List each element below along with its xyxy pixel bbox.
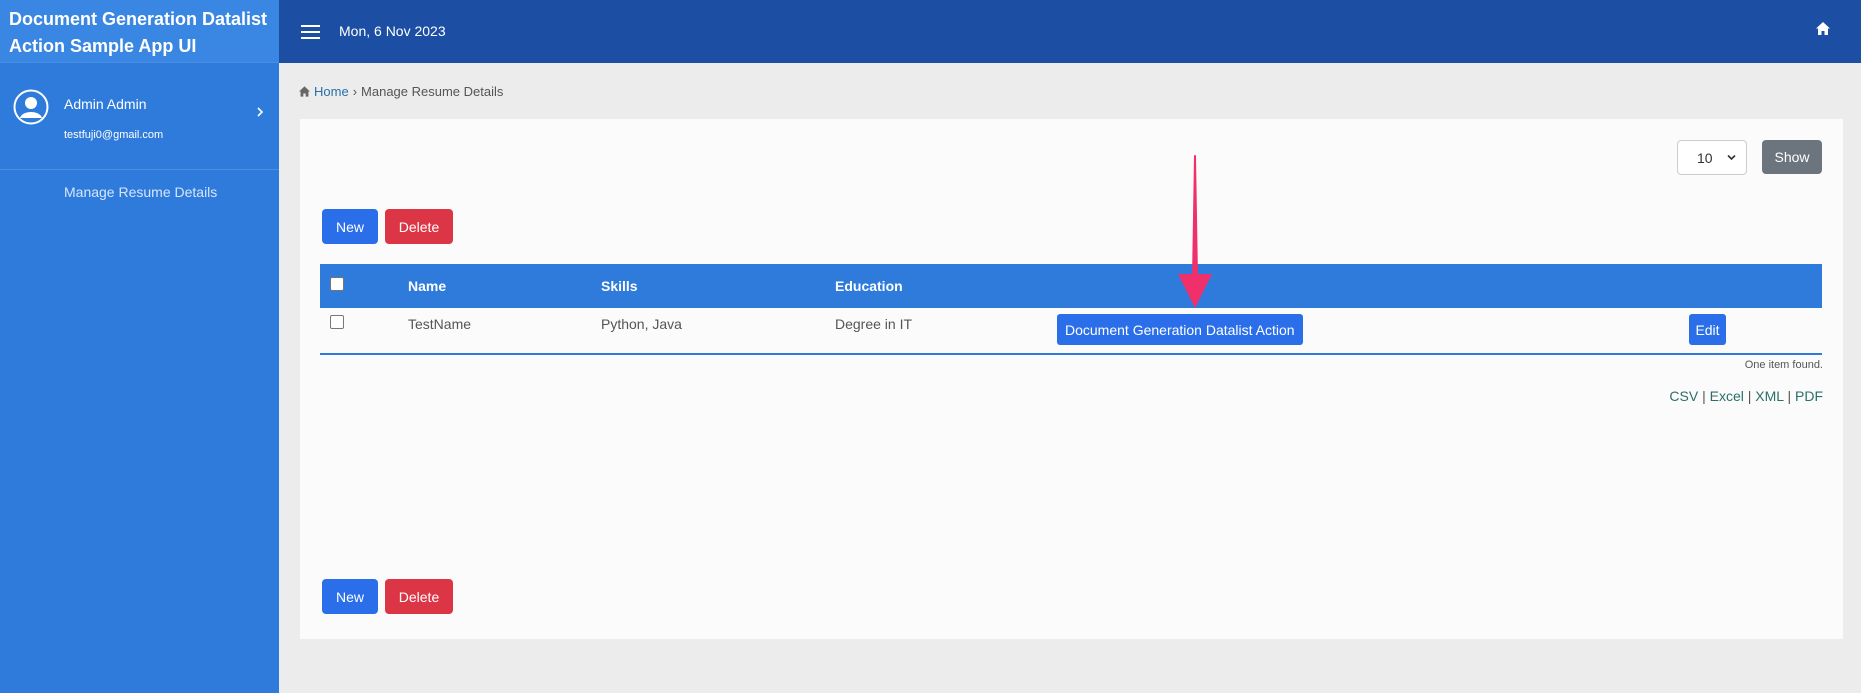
cell-name: TestName bbox=[408, 316, 472, 332]
document-generation-action-button[interactable]: Document Generation Datalist Action bbox=[1057, 314, 1303, 345]
breadcrumb-home-icon bbox=[299, 86, 310, 97]
breadcrumb: Home › Manage Resume Details bbox=[299, 84, 503, 99]
export-separator: | bbox=[1747, 388, 1752, 404]
export-excel-link[interactable]: Excel bbox=[1710, 388, 1744, 404]
breadcrumb-current: Manage Resume Details bbox=[361, 84, 504, 99]
export-separator: | bbox=[1787, 388, 1792, 404]
sidebar-item-manage-resume-details[interactable]: Manage Resume Details bbox=[64, 184, 217, 200]
column-header-education[interactable]: Education bbox=[835, 278, 903, 294]
breadcrumb-home-link[interactable]: Home bbox=[314, 84, 349, 99]
delete-button-bottom[interactable]: Delete bbox=[385, 579, 453, 614]
table-header: Name Skills Education bbox=[320, 264, 1822, 308]
current-date: Mon, 6 Nov 2023 bbox=[339, 23, 446, 39]
export-xml-link[interactable]: XML bbox=[1755, 388, 1783, 404]
home-icon[interactable] bbox=[1816, 22, 1830, 35]
table-row: TestName Python, Java Degree in IT Docum… bbox=[320, 308, 1822, 355]
export-csv-link[interactable]: CSV bbox=[1669, 388, 1698, 404]
user-name: Admin Admin bbox=[64, 96, 147, 112]
page-size-value: 10 bbox=[1697, 149, 1713, 166]
edit-button[interactable]: Edit bbox=[1689, 314, 1726, 345]
export-separator: | bbox=[1702, 388, 1706, 404]
user-avatar-icon bbox=[13, 89, 49, 125]
resume-table: Name Skills Education TestName Python, J… bbox=[320, 264, 1822, 355]
topbar: Mon, 6 Nov 2023 bbox=[279, 0, 1861, 63]
column-header-skills[interactable]: Skills bbox=[601, 278, 638, 294]
hamburger-menu-icon[interactable] bbox=[301, 25, 320, 39]
select-all-checkbox[interactable] bbox=[330, 277, 344, 291]
items-found-text: One item found. bbox=[1744, 359, 1823, 371]
new-button-top[interactable]: New bbox=[322, 209, 378, 244]
breadcrumb-separator: › bbox=[352, 84, 358, 99]
column-header-name[interactable]: Name bbox=[408, 278, 446, 294]
user-panel[interactable]: Admin Admin testfuji0@gmail.com bbox=[0, 63, 279, 170]
show-button[interactable]: Show bbox=[1762, 140, 1822, 174]
cell-education: Degree in IT bbox=[835, 316, 913, 332]
list-card: 10 Show New Delete Name Skills Education… bbox=[300, 119, 1843, 639]
chevron-right-icon[interactable] bbox=[255, 105, 265, 119]
export-pdf-link[interactable]: PDF bbox=[1795, 388, 1823, 404]
export-links: CSV | Excel | XML | PDF bbox=[1669, 388, 1823, 404]
new-button-bottom[interactable]: New bbox=[322, 579, 378, 614]
delete-button-top[interactable]: Delete bbox=[385, 209, 453, 244]
cell-skills: Python, Java bbox=[601, 316, 682, 332]
user-email: testfuji0@gmail.com bbox=[64, 129, 164, 141]
chevron-down-icon bbox=[1727, 154, 1736, 161]
sidebar: Document Generation Datalist Action Samp… bbox=[0, 0, 279, 693]
page-size-select[interactable]: 10 bbox=[1677, 140, 1747, 175]
row-checkbox[interactable] bbox=[330, 315, 344, 329]
app-title: Document Generation Datalist Action Samp… bbox=[0, 0, 279, 63]
